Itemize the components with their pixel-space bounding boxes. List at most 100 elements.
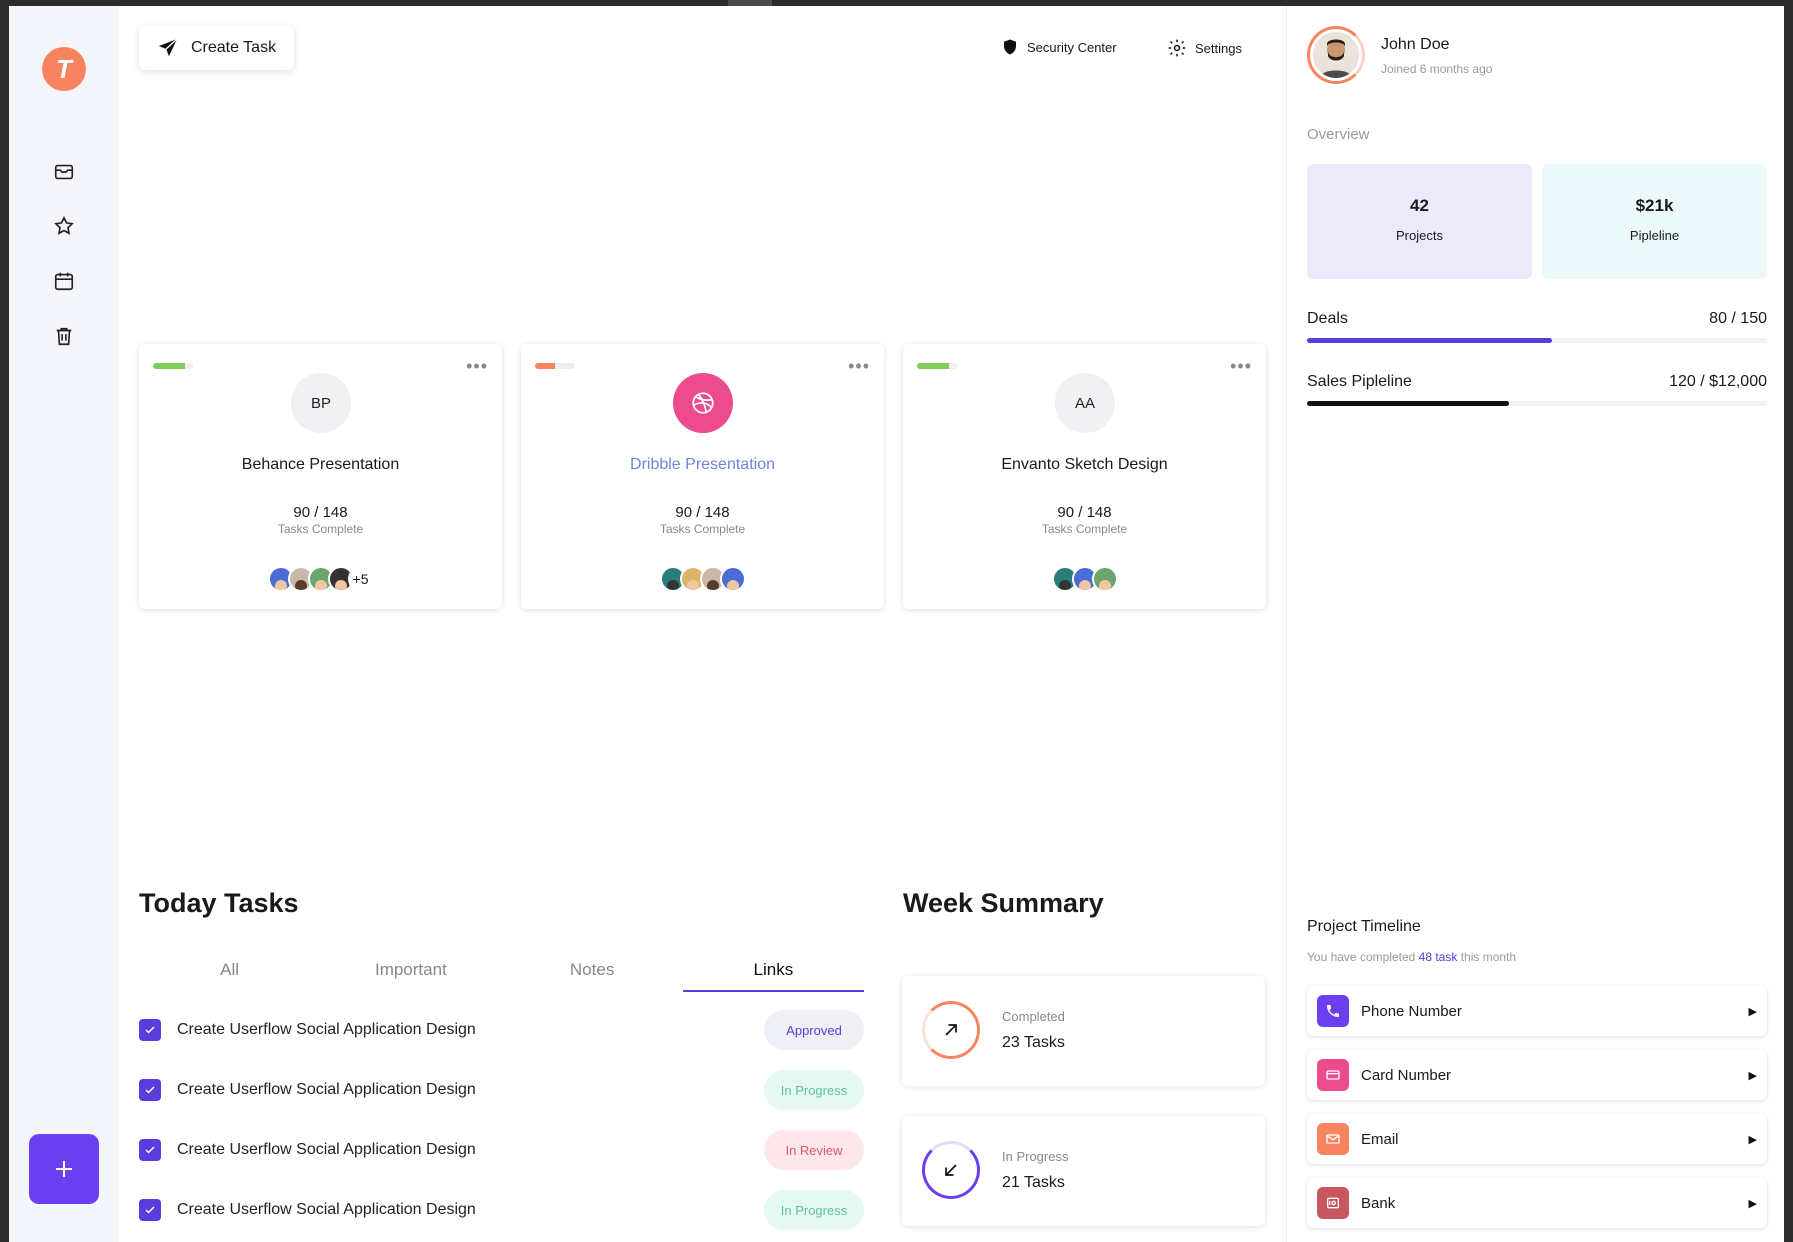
member-avatar [1091, 566, 1118, 592]
status-badge: Approved [764, 1010, 864, 1050]
task-checkbox[interactable] [139, 1199, 161, 1221]
project-name[interactable]: Dribble Presentation [521, 456, 884, 474]
star-icon[interactable] [52, 214, 76, 238]
calendar-icon[interactable] [52, 269, 76, 293]
tab-important[interactable]: Important [320, 954, 501, 992]
timeline-item-label: Email [1361, 1130, 1399, 1148]
project-timeline-subtitle: You have completed 48 task this month [1307, 950, 1516, 964]
timeline-sub-suffix: this month [1460, 950, 1517, 964]
progress-value: 80 / 150 [1709, 310, 1767, 327]
app-logo[interactable]: T [42, 47, 86, 91]
more-options-icon[interactable]: ••• [466, 356, 488, 377]
project-card[interactable]: ••• AA Envanto Sketch Design 90 / 148 Ta… [903, 344, 1266, 609]
profile-joined: Joined 6 months ago [1381, 62, 1493, 76]
avatar[interactable] [1307, 26, 1365, 84]
timeline-item-label: Card Number [1361, 1066, 1452, 1084]
task-checkbox[interactable] [139, 1019, 161, 1041]
completed-ring [922, 1001, 980, 1059]
task-row: Create Userflow Social Application Desig… [139, 1070, 864, 1110]
progress-value: 120 / $12,000 [1669, 373, 1767, 390]
status-badge: In Progress [764, 1070, 864, 1110]
more-members-count: +5 [347, 566, 374, 592]
phone-icon [1317, 995, 1349, 1027]
project-task-label: Tasks Complete [659, 522, 746, 536]
timeline-item-phone[interactable]: Phone Number ▶ [1307, 986, 1767, 1036]
project-task-count: 90 / 148 [293, 504, 348, 521]
project-task-count: 90 / 148 [1057, 504, 1112, 521]
project-progress-bar [917, 363, 957, 369]
task-text: Create Userflow Social Application Desig… [177, 1141, 476, 1158]
timeline-item-card[interactable]: Card Number ▶ [1307, 1050, 1767, 1100]
project-task-count: 90 / 148 [675, 504, 730, 521]
check-icon [145, 1146, 155, 1154]
stat-label: Pipleline [1629, 228, 1680, 243]
window-left-edge [0, 6, 9, 1242]
task-checkbox[interactable] [139, 1079, 161, 1101]
tab-links[interactable]: Links [682, 954, 864, 992]
member-avatar [719, 566, 746, 592]
project-name: Envanto Sketch Design [1001, 456, 1168, 473]
more-options-icon[interactable]: ••• [848, 356, 870, 377]
completed-summary-card[interactable]: Completed 23 Tasks [902, 976, 1265, 1086]
send-icon [158, 38, 178, 57]
task-text: Create Userflow Social Application Desig… [177, 1201, 476, 1218]
timeline-sub-prefix: You have completed [1307, 950, 1416, 964]
chevron-right-icon: ▶ [1748, 1197, 1757, 1210]
status-badge: In Review [764, 1130, 864, 1170]
project-card[interactable]: ••• BP Behance Presentation 90 / 148 Tas… [139, 344, 502, 609]
sidebar: T [9, 6, 119, 1242]
tab-all[interactable]: All [139, 954, 320, 992]
user-photo-icon [1320, 39, 1352, 78]
task-tabs: All Important Notes Links [139, 954, 864, 992]
inbox-icon[interactable] [52, 160, 76, 184]
summary-value: 23 Tasks [1002, 1034, 1065, 1051]
project-progress-fill [917, 363, 949, 369]
task-text: Create Userflow Social Application Desig… [177, 1021, 476, 1038]
overview-label: Overview [1307, 126, 1370, 143]
settings-link[interactable]: Settings [1167, 38, 1242, 58]
trash-icon[interactable] [52, 324, 76, 348]
project-task-label: Tasks Complete [277, 522, 364, 536]
security-center-link[interactable]: Security Center [1001, 38, 1117, 56]
summary-label: In Progress [1002, 1149, 1069, 1164]
task-row: Create Userflow Social Application Desig… [139, 1190, 864, 1230]
check-icon [145, 1206, 155, 1214]
tab-notes[interactable]: Notes [502, 954, 683, 992]
security-center-label: Security Center [1027, 39, 1117, 55]
gear-icon [1168, 39, 1186, 57]
dribbble-icon [673, 373, 733, 433]
card-icon [1317, 1059, 1349, 1091]
timeline-item-label: Phone Number [1361, 1002, 1462, 1020]
task-checkbox[interactable] [139, 1139, 161, 1161]
member-avatars: +5 [139, 566, 502, 592]
check-icon [145, 1026, 155, 1034]
timeline-item-email[interactable]: Email ▶ [1307, 1114, 1767, 1164]
projects-stat: 42 Projects [1307, 164, 1532, 279]
task-row: Create Userflow Social Application Desig… [139, 1010, 864, 1050]
timeline-item-label: Bank [1361, 1194, 1396, 1212]
arrow-down-left-icon [945, 1164, 957, 1176]
task-row: Create Userflow Social Application Desig… [139, 1130, 864, 1170]
pipeline-stat: $21k Pipleline [1542, 164, 1767, 279]
project-task-label: Tasks Complete [1041, 522, 1128, 536]
shield-icon [1004, 39, 1016, 55]
in-progress-summary-card[interactable]: In Progress 21 Tasks [902, 1116, 1265, 1226]
member-avatars [903, 566, 1266, 592]
progress-fill [1307, 338, 1553, 343]
timeline-item-bank[interactable]: Bank ▶ [1307, 1178, 1767, 1228]
week-summary-title: Week Summary [903, 888, 1104, 918]
project-progress-fill [535, 363, 555, 369]
project-avatar: AA [1055, 373, 1115, 433]
project-progress-bar [535, 363, 575, 369]
more-options-icon[interactable]: ••• [1230, 356, 1252, 377]
arrow-up-right-icon [945, 1024, 957, 1036]
create-task-button[interactable]: Create Task [139, 26, 294, 70]
summary-value: 21 Tasks [1002, 1174, 1065, 1191]
add-button[interactable] [29, 1134, 99, 1204]
stat-value: $21k [1635, 196, 1674, 215]
progress-label: Deals [1307, 310, 1348, 327]
sales-pipeline-progress: Sales Pipleline 120 / $12,000 [1307, 373, 1767, 406]
project-card[interactable]: ••• Dribble Presentation 90 / 148 Tasks … [521, 344, 884, 609]
timeline-sub-highlight[interactable]: 48 task [1419, 950, 1458, 964]
status-badge: In Progress [764, 1190, 864, 1230]
